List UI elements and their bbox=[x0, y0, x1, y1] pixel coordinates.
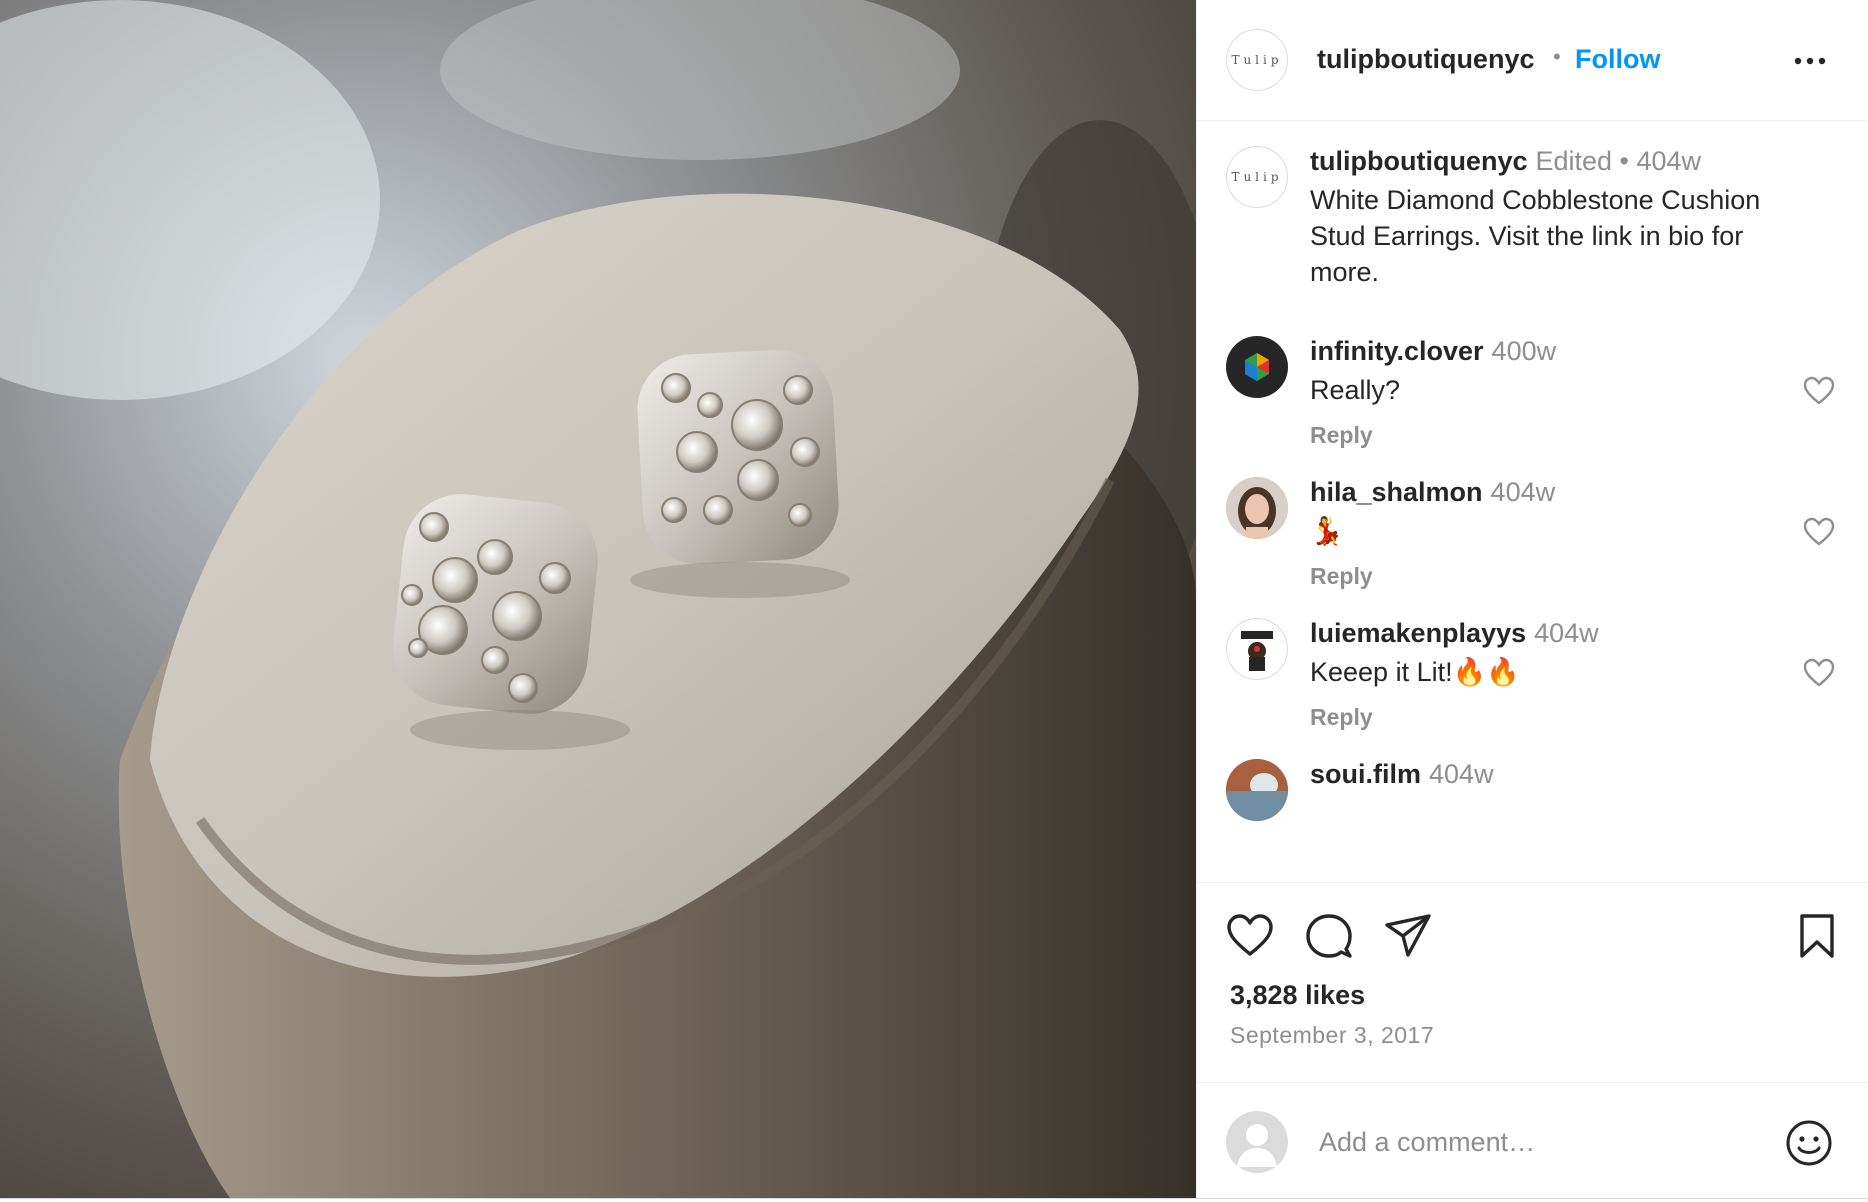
post-sidebar: Tulip tulipboutiquenyc • Follow Tulip tu… bbox=[1196, 0, 1868, 1198]
comment-time: 404w bbox=[1429, 759, 1494, 789]
heart-icon[interactable] bbox=[1803, 517, 1835, 547]
author-avatar[interactable]: Tulip bbox=[1226, 29, 1288, 91]
comment-item: hila_shalmon 404w 💃 Reply bbox=[1197, 477, 1868, 607]
comment-item: luiemakenplayys 404w Keeep it Lit!🔥🔥 Repl… bbox=[1197, 618, 1868, 748]
comment-username: hila_shalmon 404w bbox=[1310, 477, 1555, 508]
comment-text: 💃 bbox=[1310, 516, 1344, 546]
comment-time: 400w bbox=[1491, 336, 1557, 366]
like-count[interactable]: 3,828 likes bbox=[1230, 980, 1365, 1011]
comment-text: Keeep it Lit!🔥🔥 bbox=[1310, 657, 1520, 687]
reply-button[interactable]: Reply bbox=[1310, 422, 1373, 449]
caption-avatar[interactable]: Tulip bbox=[1226, 146, 1288, 208]
reply-button[interactable]: Reply bbox=[1310, 563, 1373, 590]
post-header: Tulip tulipboutiquenyc • Follow bbox=[1197, 0, 1868, 121]
post-date: September 3, 2017 bbox=[1230, 1022, 1435, 1048]
emoji-icon[interactable] bbox=[1785, 1119, 1833, 1167]
caption-user[interactable]: tulipboutiquenyc bbox=[1310, 146, 1527, 176]
bookmark-icon[interactable] bbox=[1793, 912, 1841, 960]
comment-avatar[interactable] bbox=[1226, 477, 1288, 539]
comment-user[interactable]: infinity.clover bbox=[1310, 336, 1484, 366]
earrings-photo bbox=[0, 0, 1196, 1198]
comment-time: 404w bbox=[1534, 618, 1599, 648]
comment-username: infinity.clover 400w bbox=[1310, 336, 1556, 367]
comment-text: Really? bbox=[1310, 375, 1401, 405]
heart-icon[interactable] bbox=[1803, 376, 1835, 406]
share-icon[interactable] bbox=[1384, 912, 1432, 960]
comment-item: soui.film 404w bbox=[1197, 759, 1868, 882]
comments-list[interactable]: Tulip tulipboutiquenyc Edited • 404w Whit… bbox=[1197, 121, 1868, 883]
caption-text: White Diamond Cobblestone Cushion Stud E… bbox=[1310, 185, 1761, 287]
post-image[interactable] bbox=[0, 0, 1196, 1198]
post-actions: 3,828 likes September 3, 2017 bbox=[1197, 882, 1868, 1198]
follow-button[interactable]: Follow bbox=[1575, 44, 1660, 75]
add-comment-bar bbox=[1197, 1082, 1868, 1199]
comment-user[interactable]: soui.film bbox=[1310, 759, 1421, 789]
comment-item: infinity.clover 400w Really? Reply bbox=[1197, 336, 1868, 466]
stormie-logo-icon bbox=[1241, 631, 1273, 671]
add-comment-input[interactable] bbox=[1317, 1119, 1751, 1165]
comment-icon[interactable] bbox=[1305, 912, 1353, 960]
current-user-avatar bbox=[1226, 1111, 1288, 1173]
heart-icon[interactable] bbox=[1226, 912, 1274, 960]
more-icon[interactable] bbox=[1793, 46, 1827, 76]
post-container: Tulip tulipboutiquenyc • Follow Tulip tu… bbox=[0, 0, 1868, 1199]
comment-username: soui.film 404w bbox=[1310, 759, 1494, 790]
comment-user[interactable]: luiemakenplayys bbox=[1310, 618, 1526, 648]
comment-avatar[interactable] bbox=[1226, 336, 1288, 398]
comment-time: 404w bbox=[1490, 477, 1556, 507]
profile-photo-icon bbox=[1226, 759, 1288, 821]
caption-avatar-text: Tulip bbox=[1231, 170, 1283, 184]
caption-username: tulipboutiquenyc Edited • 404w bbox=[1310, 146, 1701, 177]
caption-meta: Edited • 404w bbox=[1535, 146, 1702, 176]
heart-icon[interactable] bbox=[1803, 658, 1835, 688]
default-avatar-icon bbox=[1237, 1124, 1277, 1167]
profile-photo-icon bbox=[1226, 477, 1288, 539]
comment-avatar[interactable] bbox=[1226, 759, 1288, 821]
header-separator: • bbox=[1553, 44, 1561, 69]
reply-button[interactable]: Reply bbox=[1310, 704, 1373, 731]
caption: Tulip tulipboutiquenyc Edited • 404w Whit… bbox=[1197, 146, 1868, 296]
comment-user[interactable]: hila_shalmon bbox=[1310, 477, 1483, 507]
comment-username: luiemakenplayys 404w bbox=[1310, 618, 1599, 649]
author-username[interactable]: tulipboutiquenyc bbox=[1317, 44, 1534, 75]
author-avatar-text: Tulip bbox=[1231, 53, 1283, 67]
comment-avatar[interactable] bbox=[1226, 618, 1288, 680]
clover-logo-icon bbox=[1245, 353, 1269, 381]
